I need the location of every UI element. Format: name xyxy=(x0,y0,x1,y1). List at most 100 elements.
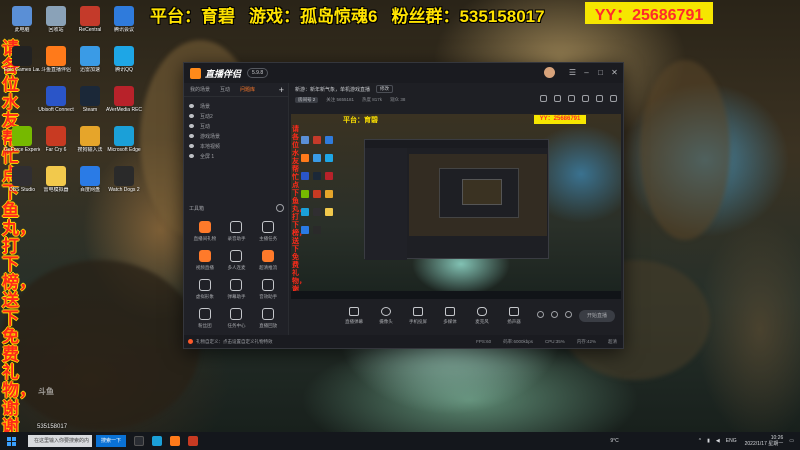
settings-icon[interactable] xyxy=(551,311,558,318)
desktop-icon[interactable]: Far Cry 6 xyxy=(38,126,74,153)
desktop-icon[interactable]: OBS Studio xyxy=(4,166,40,193)
tool-item[interactable]: 多人连麦 xyxy=(221,250,253,271)
tool-item[interactable]: 直播间礼物 xyxy=(189,221,221,242)
desktop-icon[interactable]: 迅雷加速 xyxy=(72,46,108,73)
desktop-icon-label: Watch Dogs 2 xyxy=(108,187,140,193)
desktop-icon[interactable]: Watch Dogs 2 xyxy=(106,166,142,193)
task-view-icon[interactable] xyxy=(134,436,144,446)
preview-taskbar xyxy=(291,291,621,299)
danmaku-button[interactable]: 直播弹幕 xyxy=(341,307,367,325)
monitor-icon[interactable] xyxy=(568,95,575,102)
tray-chevron-icon[interactable]: ^ xyxy=(699,438,701,444)
eye-icon[interactable] xyxy=(189,104,194,108)
taskbar: 在这里输入你要搜索的内容 搜索一下 9°C ^ ▮ ◀ ENG 10:26 20… xyxy=(0,432,800,450)
start-stream-button[interactable]: 开始直播 xyxy=(579,310,615,322)
add-scene-icon[interactable]: + xyxy=(279,85,284,95)
desktop-icon[interactable]: Ubisoft Connect xyxy=(38,86,74,113)
maximize-icon[interactable]: □ xyxy=(596,68,605,77)
quality-readout[interactable]: 超清 xyxy=(608,339,617,345)
gear-icon[interactable] xyxy=(565,311,572,318)
desktop-icon[interactable]: ReCentral xyxy=(72,6,108,33)
toolbox-settings-icon[interactable] xyxy=(276,204,284,212)
desktop-icon-label: Ubisoft Connect xyxy=(38,107,74,113)
status-message[interactable]: 礼物自定义：点击设置自定义礼物特效 xyxy=(196,339,273,345)
menu-icon[interactable]: ☰ xyxy=(568,68,577,77)
douyu-taskbar-icon[interactable] xyxy=(170,436,180,446)
tool-item[interactable]: 超清推流 xyxy=(252,250,284,271)
tool-label: 任务中心 xyxy=(227,323,246,328)
tool-item[interactable]: 任务中心 xyxy=(221,308,253,329)
desktop-icon-label: ReCentral xyxy=(78,27,102,33)
nvidia-icon xyxy=(12,126,32,146)
edge-taskbar-icon[interactable] xyxy=(152,436,162,446)
tool-item[interactable]: 弹幕助手 xyxy=(221,279,253,300)
speaker-button[interactable]: 扬声器 xyxy=(501,307,527,325)
stream-preview[interactable]: 平台：育碧 YY：25686791 请各位水友帮忙点下鱼丸，打下榜，送下免费礼物… xyxy=(291,114,621,299)
tool-item[interactable]: 直播回放 xyxy=(252,308,284,329)
desktop-icon[interactable]: Epic Games Launcher xyxy=(4,46,40,73)
close-icon[interactable]: ✕ xyxy=(610,68,619,77)
bell-icon[interactable] xyxy=(596,95,603,102)
scene-item[interactable]: 互动2 xyxy=(184,111,288,121)
multimedia-button[interactable]: 多媒体 xyxy=(437,307,463,325)
camera-button[interactable]: 摄像头 xyxy=(373,307,399,325)
desktop-icon[interactable]: 搜狗输入法 xyxy=(72,126,108,153)
tab-interaction[interactable]: 互动 xyxy=(220,86,230,93)
desktop-icon[interactable]: 斗鱼直播伴侣 xyxy=(38,46,74,73)
desktop-icon-label: Far Cry 6 xyxy=(45,147,67,153)
baidu-icon xyxy=(80,166,100,186)
eye-icon[interactable] xyxy=(189,114,194,118)
layout-icon[interactable] xyxy=(582,95,589,102)
desktop-icon[interactable]: Steam xyxy=(72,86,108,113)
tool-label: 直播回放 xyxy=(259,323,278,328)
volume-icon[interactable]: ◀ xyxy=(716,438,720,444)
taskbar-search-button[interactable]: 搜索一下 xyxy=(96,435,126,447)
record-icon[interactable] xyxy=(537,311,544,318)
eye-icon[interactable] xyxy=(189,144,194,148)
desktop-icon[interactable]: 此电脑 xyxy=(4,6,40,33)
tool-item[interactable]: 主播任务 xyxy=(252,221,284,242)
tab-question-bank[interactable]: 问题库 xyxy=(240,86,255,93)
share-icon[interactable] xyxy=(610,95,617,102)
scene-item[interactable]: 游戏场景 xyxy=(184,131,288,141)
avatar[interactable] xyxy=(544,67,555,78)
control-bar: 直播弹幕 摄像头 手机投屏 多媒体 麦克风 扬声器 开始直播 xyxy=(289,305,623,331)
tool-item[interactable]: 录音助手 xyxy=(221,221,253,242)
minimize-icon[interactable]: – xyxy=(582,68,591,77)
scene-item[interactable]: 互动 xyxy=(184,121,288,131)
tab-my-scenes[interactable]: 我的场景 xyxy=(190,86,210,93)
notification-icon[interactable]: ▭ xyxy=(789,438,794,444)
tool-item[interactable]: 虚拟形象 xyxy=(189,279,221,300)
eye-icon[interactable] xyxy=(189,154,194,158)
farcry-taskbar-icon[interactable] xyxy=(188,436,198,446)
weather-widget[interactable]: 9°C xyxy=(610,438,618,444)
eye-icon[interactable] xyxy=(189,134,194,138)
language-indicator[interactable]: ENG xyxy=(726,438,737,444)
desktop-icon[interactable]: AVerMedia RECentral xyxy=(106,86,142,113)
edit-topic-button[interactable]: 修改 xyxy=(376,85,394,93)
network-icon[interactable]: ▮ xyxy=(707,438,710,444)
desktop-icon[interactable]: GeForce Experience xyxy=(4,126,40,153)
taskbar-search-input[interactable]: 在这里输入你要搜索的内容 xyxy=(28,435,92,447)
app-titlebar[interactable]: 直播伴侣 5.9.8 ☰ – □ ✕ xyxy=(184,63,623,83)
desktop-icon[interactable]: 回收站 xyxy=(38,6,74,33)
phone-cast-button[interactable]: 手机投屏 xyxy=(405,307,431,325)
tool-item[interactable]: 视频直播 xyxy=(189,250,221,271)
clock[interactable]: 10:26 2022/1/17 星期一 xyxy=(745,435,784,447)
eye-icon[interactable] xyxy=(189,124,194,128)
trash-icon[interactable] xyxy=(540,95,547,102)
scene-item[interactable]: 场景 xyxy=(184,101,288,111)
desktop-icon[interactable]: 腾讯QQ xyxy=(106,46,142,73)
microphone-button[interactable]: 麦克风 xyxy=(469,307,495,325)
scene-item[interactable]: 全屏 1 xyxy=(184,151,288,161)
version-badge[interactable]: 5.9.8 xyxy=(247,68,269,78)
scene-item[interactable]: 本地视频 xyxy=(184,141,288,151)
tool-item[interactable]: 音效助手 xyxy=(252,279,284,300)
tool-item[interactable]: 粉丝团 xyxy=(189,308,221,329)
desktop-icon[interactable]: 雷电模拟器 xyxy=(38,166,74,193)
desktop-icon[interactable]: 腾讯会议 xyxy=(106,6,142,33)
print-icon[interactable] xyxy=(554,95,561,102)
windows-start-icon[interactable] xyxy=(7,436,16,446)
desktop-icon[interactable]: 百度网盘 xyxy=(72,166,108,193)
desktop-icon[interactable]: Microsoft Edge xyxy=(106,126,142,153)
